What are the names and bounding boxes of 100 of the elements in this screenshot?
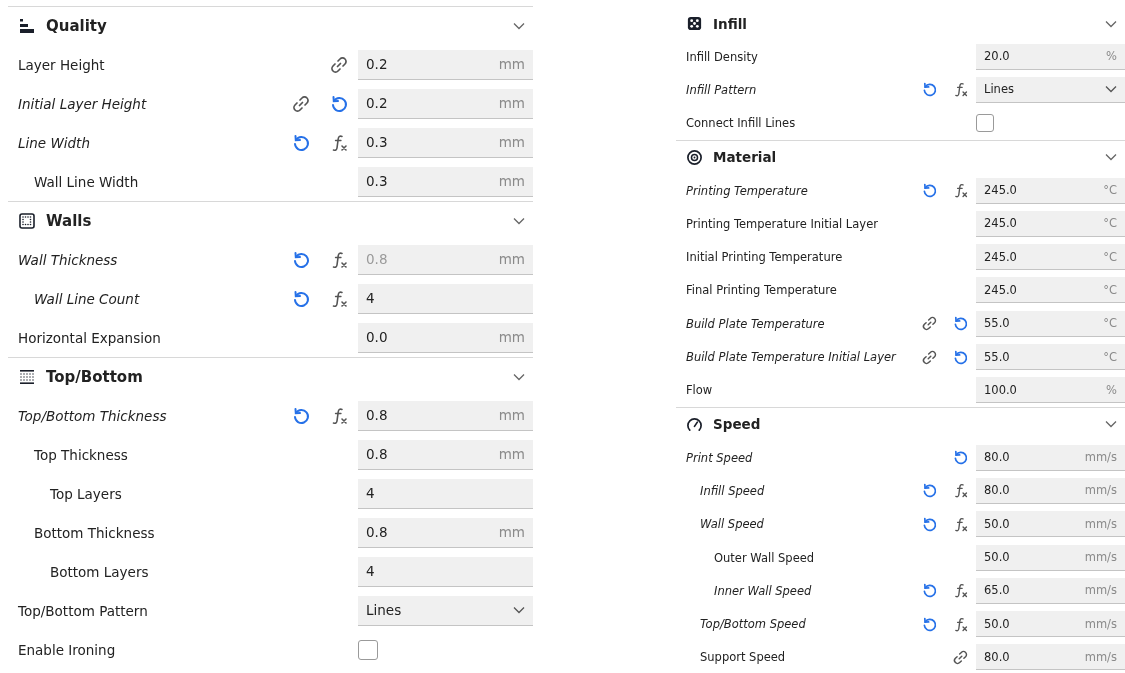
chevron-down-icon[interactable] bbox=[1105, 153, 1117, 162]
setting-label: Infill Pattern bbox=[685, 82, 758, 97]
input-field[interactable]: 20.0 % bbox=[976, 43, 1125, 70]
input-field[interactable]: 0.8 mm bbox=[358, 517, 533, 548]
setting-label: Wall Line Count bbox=[33, 290, 141, 307]
setting-label: Top Thickness bbox=[33, 446, 129, 463]
section-icon bbox=[18, 212, 36, 230]
setting-label: Layer Height bbox=[17, 56, 106, 73]
setting-label: Support Speed bbox=[699, 650, 787, 665]
setting-label: Initial Printing Temperature bbox=[685, 250, 844, 265]
setting-label: Infill Speed bbox=[699, 483, 766, 498]
reset-icon[interactable] bbox=[952, 315, 969, 333]
setting-label: Infill Density bbox=[685, 49, 759, 64]
chevron-down-icon[interactable] bbox=[1105, 19, 1117, 28]
section-title[interactable]: Speed bbox=[713, 416, 1095, 433]
reset-icon[interactable] bbox=[921, 615, 938, 633]
reset-icon[interactable] bbox=[952, 348, 969, 366]
setting-label: Outer Wall Speed bbox=[713, 550, 816, 565]
input-field[interactable]: 0.0 mm bbox=[358, 322, 533, 353]
link-icon[interactable] bbox=[329, 54, 349, 75]
section-icon bbox=[18, 17, 36, 35]
setting-label: Horizontal Expansion bbox=[17, 329, 162, 346]
formula-icon[interactable] bbox=[952, 81, 969, 99]
link-icon[interactable] bbox=[952, 648, 969, 666]
reset-icon[interactable] bbox=[291, 132, 311, 153]
chevron-down-icon[interactable] bbox=[513, 217, 525, 225]
input-field[interactable]: 245.0 °C bbox=[976, 244, 1125, 271]
input-field[interactable]: 50.0 mm/s bbox=[976, 511, 1125, 538]
input-field[interactable]: 245.0 °C bbox=[976, 277, 1125, 304]
link-icon[interactable] bbox=[921, 315, 938, 333]
reset-icon[interactable] bbox=[291, 405, 311, 426]
input-field[interactable]: 80.0 mm/s bbox=[976, 477, 1125, 504]
input-field[interactable]: 65.0 mm/s bbox=[976, 577, 1125, 604]
input-field[interactable]: 0.8 mm bbox=[358, 400, 533, 431]
setting-label: Bottom Layers bbox=[49, 563, 150, 580]
reset-icon[interactable] bbox=[921, 81, 938, 99]
chevron-down-icon bbox=[513, 606, 525, 614]
input-field[interactable]: 245.0 °C bbox=[976, 210, 1125, 237]
input-field[interactable]: 50.0 mm/s bbox=[976, 611, 1125, 638]
reset-icon[interactable] bbox=[329, 93, 349, 114]
link-icon[interactable] bbox=[921, 348, 938, 366]
input-field[interactable]: 0.3 mm bbox=[358, 127, 533, 158]
section-title[interactable]: Quality bbox=[46, 17, 503, 35]
formula-icon[interactable] bbox=[952, 582, 969, 600]
dropdown[interactable]: Lines bbox=[976, 76, 1125, 103]
setting-label: Wall Line Width bbox=[33, 173, 140, 190]
section-title[interactable]: Infill bbox=[713, 15, 1095, 32]
checkbox[interactable] bbox=[358, 639, 378, 660]
chevron-down-icon[interactable] bbox=[513, 22, 525, 30]
section-title[interactable]: Walls bbox=[46, 212, 503, 230]
section-icon bbox=[686, 148, 703, 166]
section-title[interactable]: Top/Bottom bbox=[46, 368, 503, 386]
chevron-down-icon[interactable] bbox=[513, 373, 525, 381]
input-field[interactable]: 80.0 mm/s bbox=[976, 644, 1125, 671]
setting-label: Connect Infill Lines bbox=[685, 116, 797, 131]
input-field[interactable]: 0.3 mm bbox=[358, 166, 533, 197]
dropdown[interactable]: Lines bbox=[358, 595, 533, 626]
setting-label: Printing Temperature Initial Layer bbox=[685, 216, 879, 231]
setting-label: Wall Thickness bbox=[17, 251, 119, 268]
chevron-down-icon bbox=[1105, 85, 1117, 94]
input-field[interactable]: 0.2 mm bbox=[358, 88, 533, 119]
input-field[interactable]: 55.0 °C bbox=[976, 344, 1125, 370]
reset-icon[interactable] bbox=[952, 449, 969, 467]
reset-icon[interactable] bbox=[921, 515, 938, 533]
input-field[interactable]: 4 bbox=[358, 478, 533, 509]
formula-icon[interactable] bbox=[952, 515, 969, 533]
input-field[interactable]: 4 bbox=[358, 283, 533, 314]
section-title[interactable]: Material bbox=[713, 149, 1095, 166]
section-icon bbox=[18, 368, 36, 386]
link-icon[interactable] bbox=[291, 93, 311, 114]
setting-label: Initial Layer Height bbox=[17, 95, 148, 112]
reset-icon[interactable] bbox=[291, 288, 311, 309]
reset-icon[interactable] bbox=[921, 482, 938, 500]
setting-label: Final Printing Temperature bbox=[685, 283, 838, 298]
formula-icon[interactable] bbox=[952, 482, 969, 500]
input-field[interactable]: 50.0 mm/s bbox=[976, 544, 1125, 571]
reset-icon[interactable] bbox=[291, 249, 311, 270]
input-field[interactable]: 4 bbox=[358, 556, 533, 587]
setting-label: Top/Bottom Thickness bbox=[17, 407, 168, 424]
reset-icon[interactable] bbox=[921, 582, 938, 600]
formula-icon[interactable] bbox=[952, 182, 969, 200]
reset-icon[interactable] bbox=[921, 182, 938, 200]
setting-label: Enable Ironing bbox=[17, 641, 117, 658]
setting-label: Build Plate Temperature bbox=[685, 316, 826, 331]
setting-label: Build Plate Temperature Initial Layer bbox=[685, 350, 898, 364]
input-field[interactable]: 0.2 mm bbox=[358, 49, 533, 80]
input-field[interactable]: 55.0 °C bbox=[976, 310, 1125, 337]
setting-label: Inner Wall Speed bbox=[713, 583, 813, 598]
setting-label: Top Layers bbox=[49, 485, 123, 502]
formula-icon[interactable] bbox=[952, 615, 969, 633]
setting-label: Line Width bbox=[17, 134, 91, 151]
section-icon bbox=[686, 15, 703, 32]
checkbox[interactable] bbox=[976, 114, 994, 133]
setting-label: Printing Temperature bbox=[685, 183, 809, 198]
chevron-down-icon[interactable] bbox=[1105, 420, 1117, 429]
input-field[interactable]: 100.0 % bbox=[976, 377, 1125, 404]
input-field[interactable]: 80.0 mm/s bbox=[976, 444, 1125, 471]
input-field[interactable]: 0.8 mm bbox=[358, 439, 533, 470]
input-field[interactable]: 245.0 °C bbox=[976, 177, 1125, 204]
setting-label: Top/Bottom Pattern bbox=[17, 602, 149, 619]
